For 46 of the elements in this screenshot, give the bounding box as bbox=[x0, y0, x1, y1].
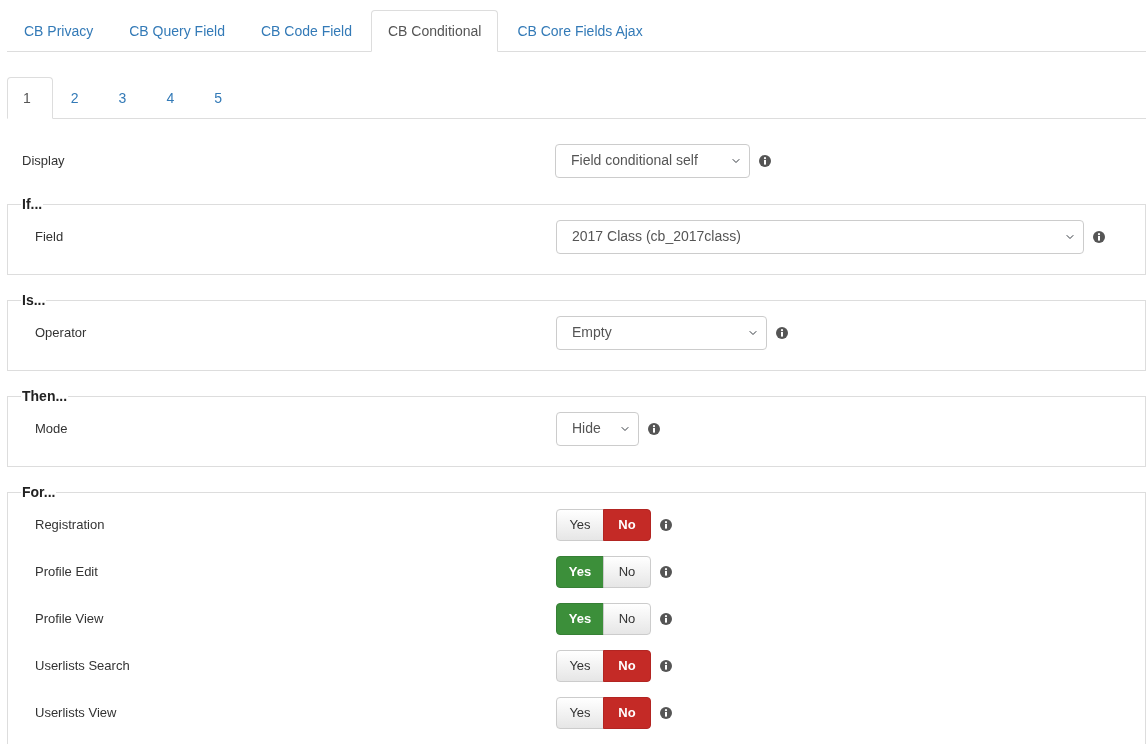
toggle-option[interactable]: Yes bbox=[556, 696, 604, 729]
tab[interactable]: CB Conditional bbox=[371, 10, 499, 52]
field-label: Display bbox=[21, 151, 66, 170]
toggle-option[interactable]: No bbox=[603, 508, 651, 541]
tab[interactable]: CB Privacy bbox=[7, 10, 111, 52]
dropdown[interactable]: Hide bbox=[556, 411, 639, 446]
field-label: Field bbox=[34, 227, 65, 246]
field-label: Userlists View bbox=[34, 703, 118, 722]
field-label: Userlists Search bbox=[34, 656, 131, 675]
toggle-option[interactable]: No bbox=[603, 649, 651, 682]
field-label: Profile Edit bbox=[34, 562, 99, 581]
field-label: Registration bbox=[34, 515, 106, 534]
info-icon[interactable] bbox=[759, 154, 771, 167]
toggle-option[interactable]: Yes bbox=[556, 555, 604, 588]
section-legend: Then... bbox=[21, 387, 69, 405]
info-icon[interactable] bbox=[660, 659, 672, 672]
tab[interactable]: CB Core Fields Ajax bbox=[500, 10, 660, 52]
dropdown[interactable]: Empty bbox=[556, 315, 767, 350]
toggle-option[interactable]: No bbox=[603, 602, 651, 635]
info-icon[interactable] bbox=[660, 518, 672, 531]
dropdown[interactable]: Field conditional self bbox=[555, 143, 750, 178]
info-icon[interactable] bbox=[776, 326, 788, 339]
field-label: Profile View bbox=[34, 609, 105, 628]
tab[interactable]: 4 bbox=[150, 77, 197, 119]
info-icon[interactable] bbox=[660, 706, 672, 719]
toggle-option[interactable]: Yes bbox=[556, 649, 604, 682]
toggle-option[interactable]: No bbox=[603, 696, 651, 729]
toggle-option[interactable]: Yes bbox=[556, 508, 604, 541]
tab[interactable]: 2 bbox=[54, 77, 101, 119]
dropdown[interactable]: 2017 Class (cb_2017class) bbox=[556, 219, 1084, 254]
info-icon[interactable] bbox=[1093, 230, 1105, 243]
info-icon[interactable] bbox=[660, 612, 672, 625]
toggle-option[interactable]: Yes bbox=[556, 602, 604, 635]
tab[interactable]: 5 bbox=[198, 77, 244, 119]
section-legend: If... bbox=[21, 195, 44, 213]
tab[interactable]: CB Query Field bbox=[112, 10, 242, 52]
tab[interactable]: 3 bbox=[102, 77, 149, 119]
tab[interactable]: CB Code Field bbox=[243, 10, 369, 52]
info-icon[interactable] bbox=[660, 565, 672, 578]
field-label: Mode bbox=[34, 419, 69, 438]
section-legend: For... bbox=[21, 483, 57, 501]
info-icon[interactable] bbox=[648, 422, 660, 435]
field-label: Operator bbox=[34, 323, 88, 342]
section-legend: Is... bbox=[21, 291, 47, 309]
toggle-option[interactable]: No bbox=[603, 555, 651, 588]
tab[interactable]: 1 bbox=[7, 77, 53, 119]
